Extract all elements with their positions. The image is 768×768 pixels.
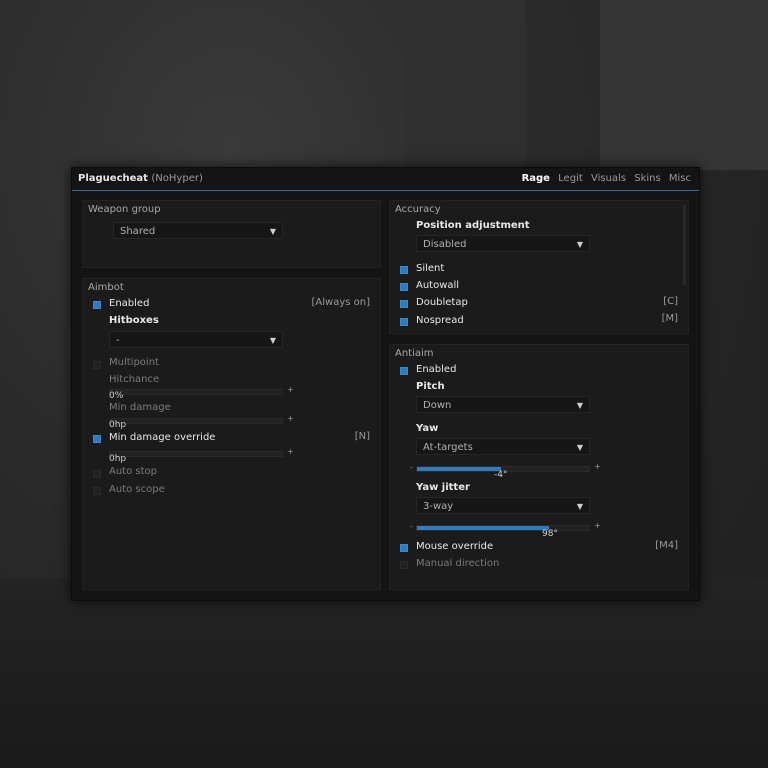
app-name: Plaguecheat [78,173,148,184]
mouse-override-checkbox[interactable] [400,544,408,552]
accuracy-panel: Accuracy Position adjustment Disabled ▼ … [389,200,689,334]
aimbot-enabled-keybind[interactable]: [Always on] [312,297,371,308]
min-damage-plus[interactable]: + [287,414,294,423]
tab-misc[interactable]: Misc [669,173,691,184]
yaw-jitter-slider[interactable] [416,525,590,531]
weapon-group-panel: Weapon group Shared ▼ [82,200,381,268]
yaw-jitter-plus[interactable]: + [594,521,601,530]
auto-scope-checkbox[interactable] [93,487,101,495]
yaw-plus[interactable]: + [594,462,601,471]
pitch-select[interactable]: Down ▼ [416,396,590,413]
antiaim-enabled-label: Enabled [416,364,457,375]
yaw-label: Yaw [416,423,439,434]
chevron-down-icon: ▼ [576,401,583,410]
position-adjustment-select[interactable]: Disabled ▼ [416,235,590,252]
weapon-group-select[interactable]: Shared ▼ [113,222,283,239]
position-adjustment-label: Position adjustment [416,220,530,231]
panel-title: Antiaim [395,348,434,359]
select-value: At-targets [423,442,473,453]
panel-title: Accuracy [395,204,441,215]
panel-title: Weapon group [88,204,161,215]
select-value: Disabled [423,239,467,250]
autowall-label: Autowall [416,280,460,291]
multipoint-checkbox[interactable] [93,361,101,369]
yaw-jitter-slider-value: 98° [542,529,558,539]
hitboxes-label: Hitboxes [109,315,159,326]
tab-visuals[interactable]: Visuals [591,173,626,184]
hitchance-label: Hitchance [109,374,160,385]
yaw-jitter-slider-fill [417,526,550,530]
select-value: Down [423,400,452,411]
background-building [600,0,768,170]
yaw-minus[interactable]: - [410,463,413,472]
window-title: Plaguecheat (NoHyper) [78,168,203,190]
min-damage-override-plus[interactable]: + [287,447,294,456]
cheat-menu-window: Plaguecheat (NoHyper) Rage Legit Visuals… [71,167,700,601]
nospread-checkbox[interactable] [400,318,408,326]
aimbot-enabled-checkbox[interactable] [93,301,101,309]
doubletap-label: Doubletap [416,297,468,308]
hitboxes-select[interactable]: - ▼ [109,331,283,348]
auto-stop-label: Auto stop [109,466,157,477]
tab-legit[interactable]: Legit [558,173,583,184]
hitchance-slider[interactable] [109,389,283,395]
aimbot-enabled-label: Enabled [109,298,150,309]
app-subtitle: (NoHyper) [151,173,203,184]
antiaim-enabled-checkbox[interactable] [400,367,408,375]
accuracy-scrollbar[interactable] [683,205,686,285]
nospread-label: Nospread [416,315,464,326]
silent-checkbox[interactable] [400,266,408,274]
hitchance-plus[interactable]: + [287,385,294,394]
select-value: - [116,335,120,346]
min-damage-label: Min damage [109,402,171,413]
min-damage-slider[interactable] [109,418,283,424]
select-value: 3-way [423,501,454,512]
multipoint-label: Multipoint [109,357,159,368]
title-bar: Plaguecheat (NoHyper) Rage Legit Visuals… [72,168,699,191]
mouse-override-label: Mouse override [416,541,494,552]
select-value: Shared [120,226,156,237]
min-damage-override-slider[interactable] [109,451,283,457]
autowall-checkbox[interactable] [400,283,408,291]
min-damage-value: 0hp [109,420,127,430]
doubletap-checkbox[interactable] [400,300,408,308]
min-damage-override-value: 0hp [109,454,127,464]
chevron-down-icon: ▼ [576,240,583,249]
pitch-label: Pitch [416,381,445,392]
chevron-down-icon: ▼ [576,502,583,511]
yaw-jitter-label: Yaw jitter [416,482,470,493]
manual-direction-label: Manual direction [416,558,500,569]
yaw-slider-fill [417,467,502,471]
silent-label: Silent [416,263,445,274]
chevron-down-icon: ▼ [576,443,583,452]
mouse-override-keybind[interactable]: [M4] [655,540,678,551]
nospread-keybind[interactable]: [M] [662,313,678,324]
min-damage-override-checkbox[interactable] [93,435,101,443]
tab-rage[interactable]: Rage [522,173,550,184]
min-damage-override-keybind[interactable]: [N] [355,431,370,442]
doubletap-keybind[interactable]: [C] [663,296,678,307]
tab-bar: Rage Legit Visuals Skins Misc [517,168,691,190]
yaw-slider-value: -4° [494,470,508,480]
auto-scope-label: Auto scope [109,484,165,495]
tab-skins[interactable]: Skins [634,173,660,184]
yaw-jitter-select[interactable]: 3-way ▼ [416,497,590,514]
chevron-down-icon: ▼ [269,227,276,236]
background-ground [0,578,768,768]
background-building [405,0,525,170]
auto-stop-checkbox[interactable] [93,470,101,478]
aimbot-panel: Aimbot Enabled [Always on] Hitboxes - ▼ … [82,278,381,590]
manual-direction-checkbox[interactable] [400,561,408,569]
chevron-down-icon: ▼ [269,336,276,345]
antiaim-panel: Antiaim Enabled Pitch Down ▼ Yaw At-targ… [389,344,689,590]
panel-title: Aimbot [88,282,124,293]
yaw-jitter-minus[interactable]: - [410,522,413,531]
hitchance-value: 0% [109,391,124,401]
min-damage-override-label: Min damage override [109,432,216,443]
yaw-select[interactable]: At-targets ▼ [416,438,590,455]
